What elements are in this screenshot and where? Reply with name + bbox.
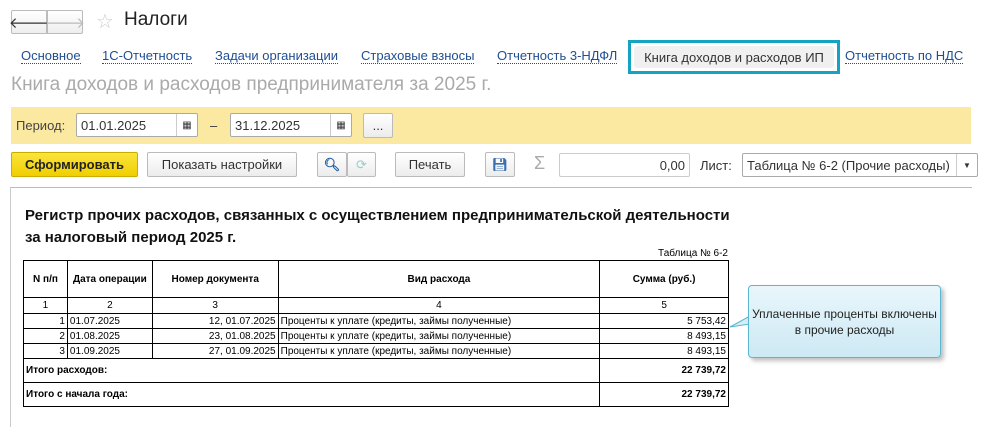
report-title-line1: Регистр прочих расходов, связанных с осу…	[25, 207, 730, 224]
total-row: Итого расходов: 22 739,72	[22, 358, 729, 383]
header-cell: Сумма (руб.)	[599, 260, 729, 298]
table-row: 1 01.07.2025 12, 01.07.2025 Проценты к упла…	[23, 313, 729, 329]
row-document: 23, 01.08.2025	[151, 328, 279, 344]
tab-insurance[interactable]: Страховые взносы	[361, 48, 475, 64]
row-number: 3	[23, 343, 68, 359]
header-cell: Дата операции	[66, 260, 153, 298]
save-icon[interactable]: 💾︎	[485, 152, 515, 177]
row-type: Проценты к уплате (кредиты, займы получе…	[277, 343, 601, 359]
row-date: 01.07.2025	[66, 313, 153, 329]
table-header-row: N п/п Дата операции Номер документа Вид …	[23, 260, 729, 298]
total-label: Итого расходов:	[22, 358, 601, 383]
back-button[interactable]: 🡐	[9, 10, 49, 34]
column-number: 5	[599, 297, 729, 314]
table-row: 2 01.08.2025 23, 01.08.2025 Проценты к упла…	[23, 328, 729, 344]
forward-button[interactable]: 🡒	[45, 10, 85, 34]
header-cell: Вид расхода	[277, 260, 601, 298]
favorite-star-icon[interactable]: ☆	[96, 9, 114, 34]
period-from-value: 01.01.2025	[81, 117, 147, 133]
row-number: 2	[23, 328, 68, 344]
period-bar: Период: 01.01.2025 ▦ – 31.12.2025 ▦ ...	[11, 107, 971, 144]
row-date: 01.09.2025	[66, 343, 153, 359]
chevron-down-icon[interactable]: ▼	[956, 154, 977, 176]
column-number: 1	[23, 297, 68, 314]
row-sum: 8 493,15	[599, 343, 729, 359]
sum-field[interactable]: 0,00	[559, 153, 690, 177]
column-number: 4	[277, 297, 601, 314]
form-subtitle: Книга доходов и расходов предпринимателя…	[11, 74, 492, 95]
tab-org-tasks[interactable]: Задачи организации	[215, 48, 339, 64]
row-sum: 5 753,42	[599, 313, 729, 329]
ytd-value: 22 739,72	[599, 382, 729, 407]
report-title: Регистр прочих расходов, связанных с осу…	[25, 205, 730, 249]
table-number: Таблица № 6-2	[658, 248, 728, 259]
tab-main[interactable]: Основное	[21, 48, 81, 64]
header-cell: Номер документа	[151, 260, 279, 298]
tab-income-book[interactable]: Книга доходов и расходов ИП	[628, 40, 840, 74]
header-cell: N п/п	[23, 260, 68, 298]
total-value: 22 739,72	[599, 358, 729, 383]
page-title: Налоги	[124, 9, 188, 30]
ytd-total-row: Итого с начала года: 22 739,72	[22, 382, 729, 407]
calendar-icon[interactable]: ▦	[176, 114, 197, 136]
report-title-line2: за налоговый период 2025 г.	[25, 229, 237, 246]
row-type: Проценты к уплате (кредиты, займы получе…	[277, 313, 601, 329]
calendar-icon[interactable]: ▦	[330, 114, 351, 136]
row-date: 01.08.2025	[66, 328, 153, 344]
column-number: 2	[66, 297, 153, 314]
column-number-row: 12345	[23, 297, 729, 314]
search-refresh-icon[interactable]: ⟳	[347, 152, 376, 177]
tab-1c-reporting[interactable]: 1С-Отчетность	[102, 48, 193, 64]
row-document: 27, 01.09.2025	[151, 343, 279, 359]
period-dash: –	[210, 118, 218, 133]
sheet-label: Лист:	[700, 158, 732, 173]
column-number: 3	[151, 297, 279, 314]
expenses-table: N п/п Дата операции Номер документа Вид …	[22, 260, 729, 407]
tab-vat[interactable]: Отчетность по НДС	[845, 48, 964, 64]
row-document: 12, 01.07.2025	[151, 313, 279, 329]
period-label: Период:	[16, 118, 66, 133]
sheet-select-value: Таблица № 6-2 (Прочие расходы)	[747, 157, 950, 173]
table-row: 3 01.09.2025 27, 01.09.2025 Проценты к упла…	[23, 343, 729, 359]
sum-icon: Σ	[534, 153, 546, 173]
print-button[interactable]: Печать	[395, 152, 465, 177]
period-from-input[interactable]: 01.01.2025 ▦	[76, 113, 198, 137]
tab-3ndfl[interactable]: Отчетность 3-НДФЛ	[497, 48, 618, 64]
row-type: Проценты к уплате (кредиты, займы получе…	[277, 328, 601, 344]
ytd-label: Итого с начала года:	[22, 382, 601, 407]
search-icon[interactable]: 🔍︎	[317, 152, 347, 177]
period-to-value: 31.12.2025	[235, 117, 301, 133]
tab-income-book-label: Книга доходов и расходов ИП	[634, 46, 834, 68]
row-number: 1	[23, 313, 68, 329]
generate-button[interactable]: Сформировать	[11, 152, 138, 177]
callout-note: Уплаченные проценты включены в прочие ра…	[748, 285, 941, 358]
show-settings-button[interactable]: Показать настройки	[147, 152, 297, 177]
period-select-button[interactable]: ...	[363, 113, 393, 138]
sheet-select[interactable]: Таблица № 6-2 (Прочие расходы) ▼	[742, 153, 978, 177]
period-to-input[interactable]: 31.12.2025 ▦	[230, 113, 352, 137]
row-sum: 8 493,15	[599, 328, 729, 344]
